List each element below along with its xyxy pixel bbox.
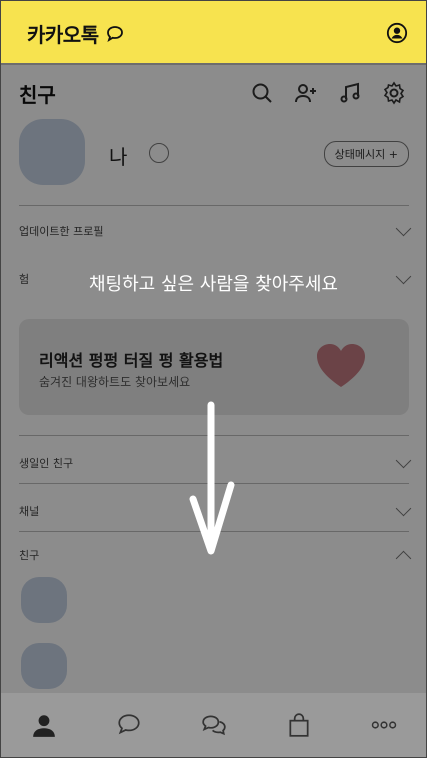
- more-dots-icon: [371, 721, 396, 729]
- bottom-nav: [1, 693, 426, 757]
- app-title: 카카오톡: [27, 19, 125, 48]
- shopping-bag-icon: [288, 713, 309, 737]
- shopping-tab[interactable]: [284, 710, 314, 740]
- app-title-text: 카카오톡: [27, 23, 99, 47]
- more-tab[interactable]: [369, 710, 399, 740]
- person-icon: [32, 715, 55, 737]
- profile-icon[interactable]: [386, 22, 408, 44]
- overlay-message: 채팅하고 싶은 사람을 찾아주세요: [88, 274, 338, 295]
- chat-bubble-icon: [117, 714, 140, 735]
- friends-tab[interactable]: [29, 710, 59, 740]
- chats-tab[interactable]: [114, 710, 144, 740]
- arrow-down-icon: [189, 401, 235, 555]
- tutorial-overlay: 채팅하고 싶은 사람을 찾아주세요: [1, 65, 426, 693]
- app-frame: 카카오톡 친구 나 상태메시지 + 업데이트한 프로필 험 리액션 펑펑 터질 …: [0, 0, 427, 758]
- open-chat-icon: [201, 715, 226, 736]
- top-bar: 카카오톡: [1, 1, 426, 65]
- openchat-tab[interactable]: [199, 710, 229, 740]
- chat-bubble-icon: [106, 25, 123, 42]
